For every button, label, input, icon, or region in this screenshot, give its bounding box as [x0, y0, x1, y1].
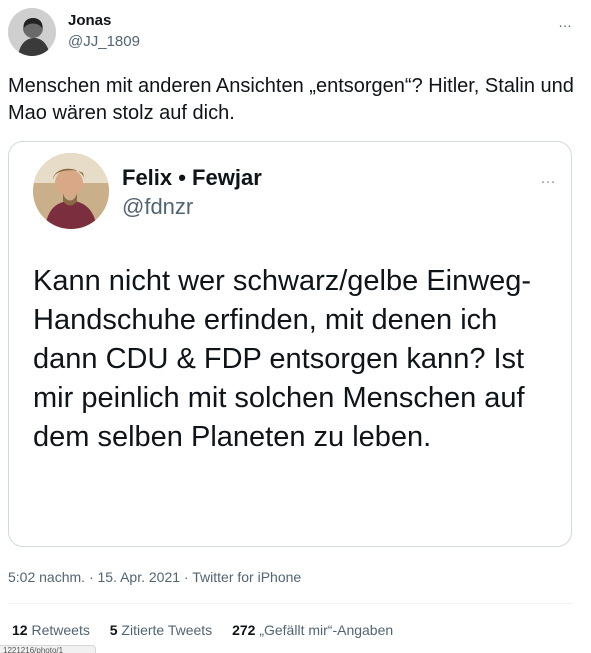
likes-stat[interactable]: 272 „Gefällt mir“-Angaben [232, 621, 393, 639]
divider [8, 603, 573, 604]
quoted-tweet-card[interactable]: Felix • Fewjar @fdnzr … Kann nicht wer s… [8, 141, 572, 547]
quote-tweets-label: Zitierte Tweets [121, 622, 213, 638]
tweet-time[interactable]: 5:02 nachm. [8, 569, 85, 585]
quoted-author-avatar-image [33, 153, 109, 229]
quoted-author-name[interactable]: Felix • Fewjar [122, 164, 262, 192]
author-handle[interactable]: @JJ_1809 [68, 33, 140, 51]
tweet-text: Menschen mit anderen Ansichten „entsorge… [8, 75, 574, 124]
quote-tweets-count: 5 [109, 622, 118, 638]
meta-separator: · [85, 569, 98, 585]
likes-label: „Gefällt mir“-Angaben [259, 622, 394, 638]
tweet-source[interactable]: Twitter for iPhone [192, 569, 301, 585]
tweet-stats: 12 Retweets 5 Zitierte Tweets 272 „Gefäl… [12, 621, 409, 639]
tweet: Jonas @JJ_1809 … Menschen mit anderen An… [0, 0, 591, 653]
likes-count: 272 [232, 622, 256, 638]
quoted-author-handle[interactable]: @fdnzr [122, 193, 193, 221]
author-name[interactable]: Jonas [68, 12, 111, 30]
browser-status-url: 1221216/photo/1 [0, 645, 96, 653]
more-options-icon[interactable]: … [558, 14, 573, 30]
quoted-author-avatar[interactable] [33, 153, 109, 229]
tweet-meta: 5:02 nachm. · 15. Apr. 2021 · Twitter fo… [8, 568, 301, 586]
retweets-stat[interactable]: 12 Retweets [12, 621, 90, 639]
meta-separator-2: · [180, 569, 193, 585]
quote-tweets-stat[interactable]: 5 Zitierte Tweets [110, 621, 212, 639]
author-avatar[interactable] [8, 8, 56, 56]
quoted-tweet-text: Kann nicht wer schwarz/gelbe Einweg-Hand… [33, 265, 532, 453]
retweets-label: Retweets [31, 622, 90, 638]
retweets-count: 12 [12, 622, 28, 638]
author-avatar-image [8, 8, 56, 56]
tweet-date[interactable]: 15. Apr. 2021 [98, 569, 181, 585]
quoted-more-icon: … [540, 170, 557, 187]
